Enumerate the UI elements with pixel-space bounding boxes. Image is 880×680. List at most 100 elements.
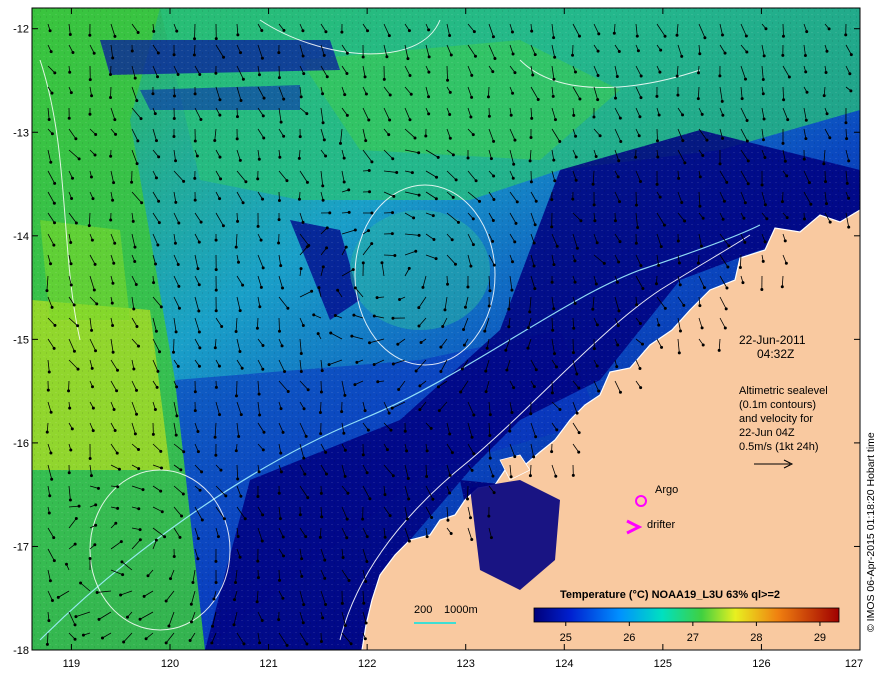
velocity-arrow-head bbox=[368, 497, 372, 501]
velocity-arrow-head bbox=[530, 29, 534, 33]
velocity-arrow-head bbox=[367, 118, 371, 122]
velocity-arrow-head bbox=[188, 639, 192, 643]
velocity-arrow-head bbox=[761, 259, 765, 263]
velocity-arrow-head bbox=[325, 246, 329, 250]
velocity-arrow-head bbox=[353, 383, 357, 387]
velocity-arrow-head bbox=[321, 92, 325, 96]
velocity-arrow-head bbox=[617, 309, 621, 313]
velocity-arrow-head bbox=[157, 199, 161, 203]
velocity-arrow-head bbox=[175, 414, 179, 418]
velocity-arrow-head bbox=[764, 27, 768, 31]
velocity-arrow-head bbox=[189, 620, 193, 624]
velocity-arrow-head bbox=[786, 118, 790, 122]
lon-tick-label: 121 bbox=[259, 658, 277, 670]
velocity-arrow-head bbox=[720, 99, 724, 103]
velocity-arrow-head bbox=[823, 180, 827, 184]
velocity-arrow-head bbox=[336, 288, 340, 292]
map-date: 22-Jun-2011 bbox=[739, 333, 806, 347]
velocity-arrow-head bbox=[193, 92, 197, 96]
velocity-arrow-head bbox=[238, 555, 242, 559]
velocity-arrow-head bbox=[139, 117, 143, 121]
velocity-arrow-head bbox=[474, 179, 478, 183]
velocity-arrow-head bbox=[591, 307, 595, 311]
velocity-arrow-head bbox=[286, 390, 290, 394]
velocity-arrow-head bbox=[301, 29, 305, 33]
velocity-arrow-head bbox=[52, 201, 56, 205]
velocity-arrow-head bbox=[592, 347, 596, 351]
velocity-arrow-head bbox=[132, 367, 136, 371]
velocity-arrow-head bbox=[655, 94, 659, 98]
velocity-arrow-head bbox=[49, 451, 53, 455]
velocity-arrow-head bbox=[760, 183, 764, 187]
velocity-arrow-head bbox=[615, 365, 619, 369]
velocity-arrow-head bbox=[409, 92, 413, 96]
lat-tick-label: -17 bbox=[13, 541, 29, 553]
velocity-arrow-head bbox=[510, 288, 514, 292]
velocity-arrow-head bbox=[849, 89, 853, 93]
velocity-arrow-head bbox=[421, 285, 425, 289]
velocity-arrow-head bbox=[721, 113, 725, 117]
velocity-arrow-head bbox=[152, 29, 156, 33]
velocity-arrow-head bbox=[285, 643, 289, 647]
velocity-arrow-head bbox=[462, 343, 466, 347]
velocity-arrow-head bbox=[156, 243, 160, 247]
velocity-arrow-head bbox=[278, 517, 282, 521]
velocity-arrow-head bbox=[198, 488, 202, 492]
velocity-arrow-head bbox=[492, 139, 496, 143]
depth-label-200: 200 bbox=[414, 604, 433, 616]
velocity-arrow-head bbox=[450, 451, 454, 455]
velocity-arrow-head bbox=[154, 139, 158, 143]
velocity-arrow-head bbox=[218, 98, 222, 102]
velocity-arrow-head bbox=[214, 453, 218, 457]
velocity-arrow-head bbox=[639, 96, 643, 100]
velocity-arrow-head bbox=[431, 214, 435, 218]
velocity-arrow-head bbox=[81, 633, 85, 637]
velocity-arrow-head bbox=[635, 303, 639, 307]
velocity-arrow-head bbox=[429, 426, 433, 430]
velocity-arrow-head bbox=[349, 642, 353, 646]
velocity-arrow bbox=[383, 254, 395, 256]
velocity-arrow-head bbox=[69, 448, 73, 452]
velocity-arrow-head bbox=[781, 53, 785, 57]
velocity-arrow-head bbox=[45, 430, 49, 434]
velocity-arrow-head bbox=[488, 433, 492, 437]
velocity-arrow-head bbox=[595, 323, 599, 327]
velocity-arrow-head bbox=[387, 411, 391, 415]
velocity-arrow-head bbox=[471, 217, 475, 221]
velocity-arrow-head bbox=[182, 450, 186, 454]
velocity-arrow-head bbox=[198, 72, 202, 76]
velocity-arrow-head bbox=[760, 288, 764, 292]
lat-tick-label: -18 bbox=[13, 645, 29, 657]
velocity-arrow-head bbox=[574, 178, 578, 182]
velocity-arrow-head bbox=[512, 162, 516, 166]
velocity-arrow-head bbox=[197, 283, 201, 287]
velocity-arrow-head bbox=[140, 201, 144, 205]
velocity-arrow-head bbox=[48, 494, 52, 498]
velocity-arrow-head bbox=[157, 221, 161, 225]
velocity-arrow-head bbox=[119, 593, 123, 597]
lat-tick-label: -12 bbox=[13, 24, 29, 36]
velocity-arrow-head bbox=[450, 238, 454, 242]
velocity-arrow-head bbox=[698, 204, 702, 208]
velocity-arrow-head bbox=[279, 451, 283, 455]
velocity-arrow-head bbox=[258, 305, 262, 309]
velocity-arrow-head bbox=[364, 92, 368, 96]
velocity-arrow-head bbox=[236, 260, 240, 264]
velocity-arrow-head bbox=[96, 486, 100, 490]
velocity-arrow-head bbox=[68, 70, 72, 74]
velocity-arrow-head bbox=[616, 324, 620, 328]
velocity-arrow-head bbox=[745, 50, 749, 54]
velocity-arrow-head bbox=[151, 432, 155, 436]
velocity-arrow-head bbox=[469, 516, 473, 520]
velocity-arrow-head bbox=[281, 535, 285, 539]
velocity-arrow-head bbox=[321, 265, 325, 269]
velocity-arrow-head bbox=[112, 181, 116, 185]
velocity-arrow-head bbox=[113, 34, 117, 38]
lon-tick-label: 119 bbox=[63, 658, 81, 670]
velocity-arrow-head bbox=[827, 27, 831, 31]
velocity-arrow-head bbox=[240, 366, 244, 370]
velocity-arrow-head bbox=[617, 49, 621, 53]
velocity-arrow-head bbox=[761, 78, 765, 82]
velocity-arrow-head bbox=[721, 217, 725, 221]
velocity-arrow-head bbox=[214, 288, 218, 292]
